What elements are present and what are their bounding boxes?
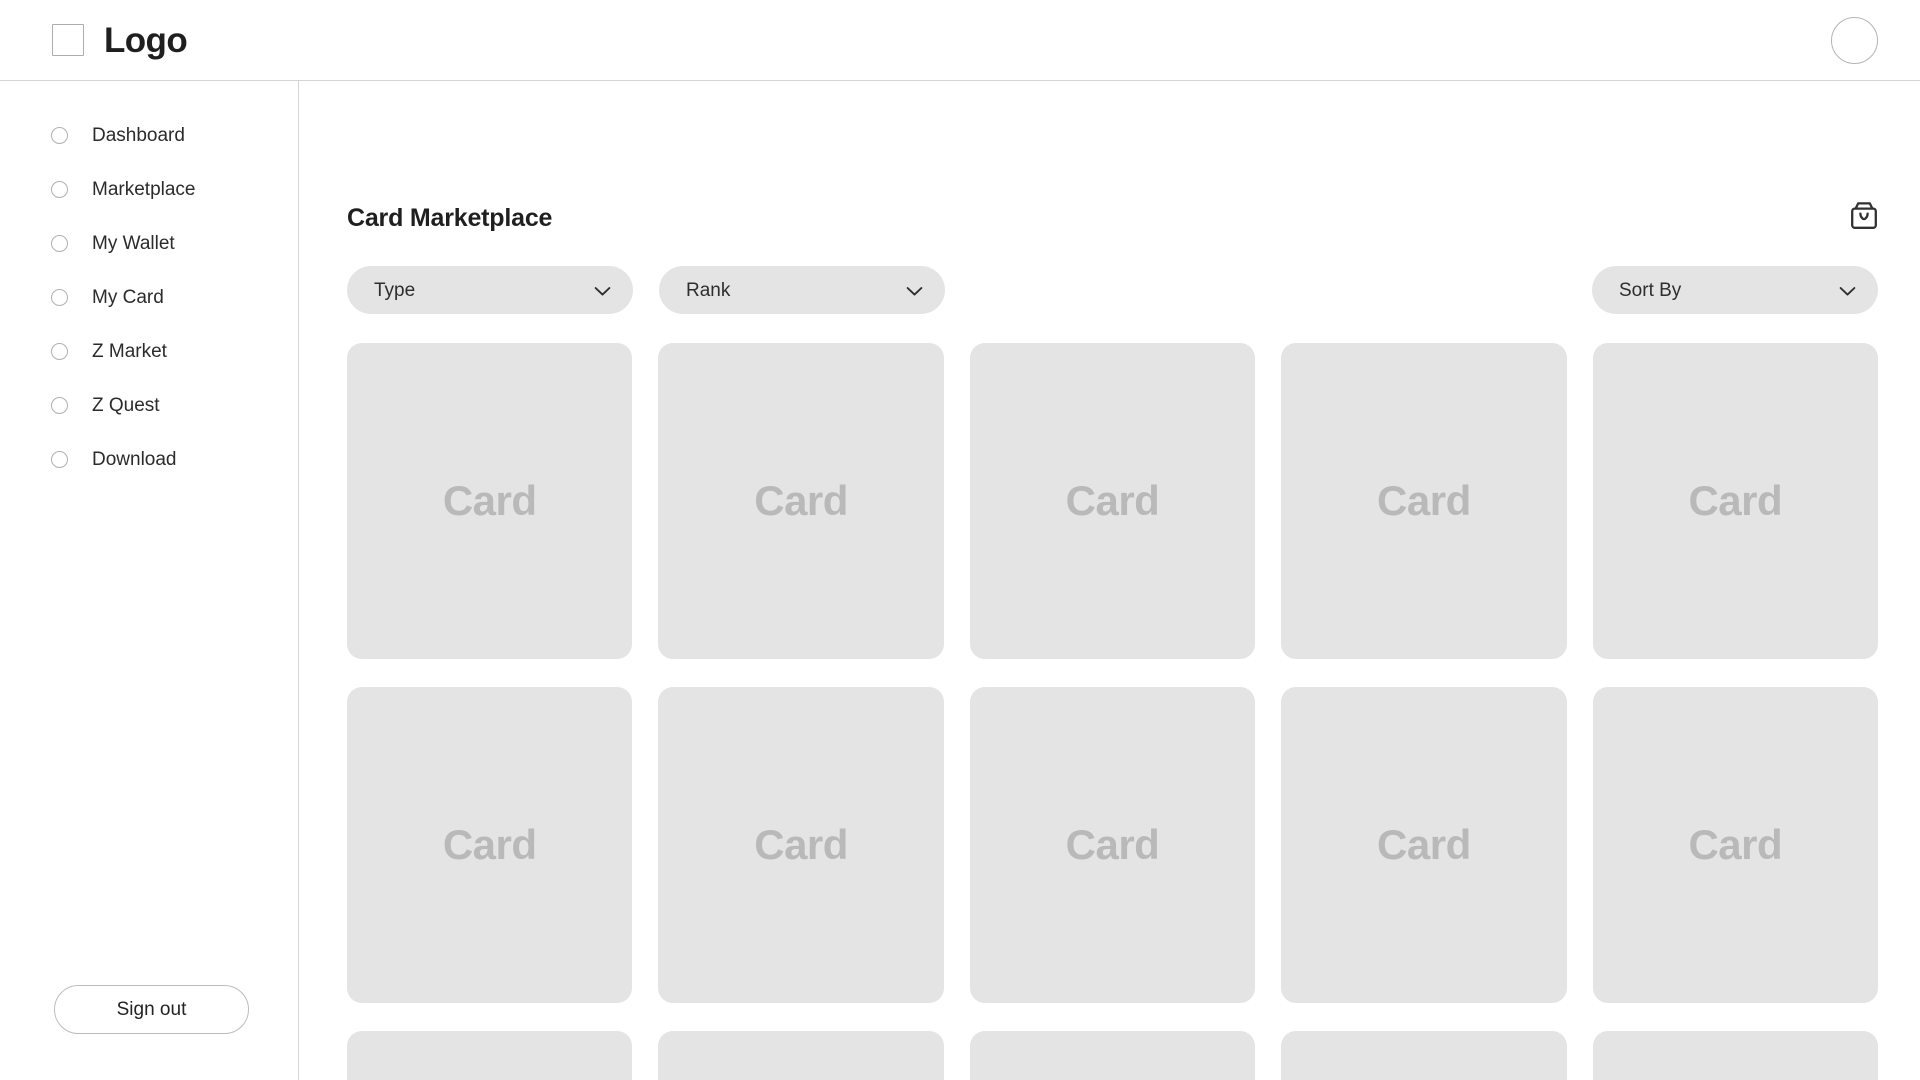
card-grid: Card Card Card Card Card Card Card Card … bbox=[347, 343, 1878, 1080]
sidebar-item-my-wallet[interactable]: My Wallet bbox=[0, 216, 298, 270]
sidebar-item-label: Download bbox=[92, 448, 177, 470]
main-header-row: Card Marketplace bbox=[347, 199, 1878, 237]
card-label: Card bbox=[1065, 477, 1160, 524]
card-item[interactable] bbox=[347, 1031, 633, 1080]
shopping-bag-icon[interactable] bbox=[1850, 201, 1878, 235]
filter-rank-dropdown[interactable]: Rank bbox=[659, 266, 945, 314]
sidebar-item-label: My Wallet bbox=[92, 232, 175, 254]
logo-text: Logo bbox=[104, 20, 188, 60]
radio-circle-icon bbox=[51, 234, 68, 252]
card-item[interactable] bbox=[969, 1031, 1256, 1080]
sidebar: Dashboard Marketplace My Wallet My Card bbox=[0, 81, 299, 1080]
radio-circle-icon bbox=[51, 450, 68, 468]
card-item[interactable]: Card bbox=[969, 687, 1256, 1003]
sidebar-item-marketplace[interactable]: Marketplace bbox=[0, 162, 298, 216]
sidebar-item-label: Z Market bbox=[92, 340, 167, 362]
sign-out-button[interactable]: Sign out bbox=[54, 985, 249, 1034]
signout-wrap: Sign out bbox=[0, 985, 298, 1080]
radio-circle-icon bbox=[51, 396, 68, 414]
card-item[interactable]: Card bbox=[658, 687, 944, 1003]
filter-type-label: Type bbox=[374, 279, 416, 301]
page-title: Card Marketplace bbox=[347, 203, 553, 232]
card-label: Card bbox=[1065, 821, 1160, 868]
sidebar-item-download[interactable]: Download bbox=[0, 432, 298, 486]
card-item[interactable] bbox=[1281, 1031, 1567, 1080]
sidebar-item-label: Z Quest bbox=[92, 394, 160, 416]
app-root: Logo Dashboard Marketplace My Wallet My … bbox=[0, 0, 1920, 1080]
card-item[interactable]: Card bbox=[347, 343, 633, 659]
radio-circle-icon bbox=[51, 180, 68, 198]
card-item[interactable] bbox=[658, 1031, 944, 1080]
card-item[interactable]: Card bbox=[1592, 343, 1878, 659]
card-label: Card bbox=[754, 821, 848, 868]
card-item[interactable]: Card bbox=[1281, 343, 1567, 659]
card-item[interactable]: Card bbox=[658, 343, 944, 659]
sidebar-item-my-card[interactable]: My Card bbox=[0, 270, 298, 324]
card-item[interactable] bbox=[1592, 1031, 1878, 1080]
chevron-down-icon bbox=[1839, 285, 1856, 296]
sidebar-item-label: My Card bbox=[92, 286, 164, 308]
chevron-down-icon bbox=[906, 285, 923, 296]
card-item[interactable]: Card bbox=[347, 687, 633, 1003]
top-bar: Logo bbox=[0, 0, 1920, 81]
sort-by-dropdown[interactable]: Sort By bbox=[1592, 266, 1878, 314]
card-item[interactable]: Card bbox=[1592, 687, 1878, 1003]
filter-rank-label: Rank bbox=[686, 279, 731, 301]
card-label: Card bbox=[1377, 477, 1471, 524]
sidebar-item-dashboard[interactable]: Dashboard bbox=[0, 108, 298, 162]
filter-row: Type Rank Sort By bbox=[347, 266, 1878, 314]
sidebar-item-label: Marketplace bbox=[92, 178, 196, 200]
card-label: Card bbox=[442, 821, 537, 868]
avatar[interactable] bbox=[1831, 16, 1878, 64]
sidebar-item-z-quest[interactable]: Z Quest bbox=[0, 378, 298, 432]
filter-type-dropdown[interactable]: Type bbox=[347, 266, 633, 314]
brand[interactable]: Logo bbox=[52, 20, 188, 60]
main-content: Card Marketplace Type Rank Sort By Card … bbox=[299, 81, 1920, 1080]
chevron-down-icon bbox=[594, 285, 611, 296]
radio-circle-icon bbox=[51, 342, 68, 360]
card-label: Card bbox=[442, 477, 537, 524]
sidebar-item-label: Dashboard bbox=[92, 124, 185, 146]
card-item[interactable]: Card bbox=[1281, 687, 1567, 1003]
card-item[interactable]: Card bbox=[969, 343, 1256, 659]
card-label: Card bbox=[1688, 821, 1783, 868]
card-label: Card bbox=[754, 477, 848, 524]
sort-by-label: Sort By bbox=[1619, 279, 1682, 301]
radio-circle-icon bbox=[51, 126, 68, 144]
card-label: Card bbox=[1377, 821, 1471, 868]
radio-circle-icon bbox=[51, 288, 68, 306]
body-split: Dashboard Marketplace My Wallet My Card bbox=[0, 81, 1920, 1080]
sidebar-item-z-market[interactable]: Z Market bbox=[0, 324, 298, 378]
square-logo-mark-icon bbox=[52, 24, 84, 56]
sidebar-nav: Dashboard Marketplace My Wallet My Card bbox=[0, 108, 298, 486]
card-label: Card bbox=[1688, 477, 1783, 524]
